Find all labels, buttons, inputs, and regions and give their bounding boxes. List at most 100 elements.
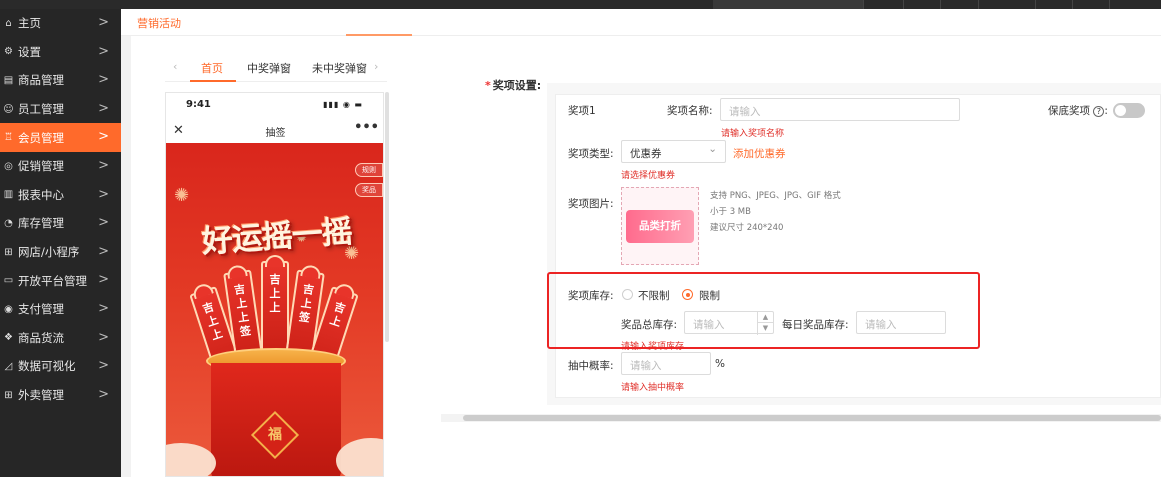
fu-character: 福 <box>268 427 282 443</box>
stick-character: 吉 <box>269 273 281 286</box>
chevron-right-icon: > <box>98 129 109 145</box>
sidebar-item[interactable]: ⊞ 网店/小程序 > <box>0 238 121 267</box>
chart-icon: ◿ <box>4 360 13 372</box>
prize-type-select[interactable]: 优惠券 ⌄ <box>621 140 726 163</box>
toolbar-divider <box>1109 0 1110 9</box>
home-icon: ⌂ <box>5 17 12 29</box>
cloud-decoration <box>336 438 383 476</box>
image-hints: 支持 PNG、JPEG、JPG、GIF 格式 小于 3 MB 建议尺寸 240*… <box>710 188 841 236</box>
chevron-right-icon: > <box>98 215 109 231</box>
prize-image-upload[interactable]: 品类打折 <box>621 187 699 265</box>
toolbar-divider <box>978 0 979 9</box>
chevron-right-icon: > <box>98 243 109 259</box>
chevron-right-icon: > <box>98 43 109 59</box>
sidebar-item[interactable]: ◉ 支付管理 > <box>0 295 121 324</box>
stick-character: 上 <box>300 296 313 311</box>
sidebar-item[interactable]: ⚙ 设置 > <box>0 38 121 67</box>
lottery-poster: 规则 奖品 ✺ ✺ ✹ 好运摇一摇 吉上上吉上上签吉上上吉上签吉上 福 <box>166 143 383 476</box>
prize-name-error: 请输入奖项名称 <box>721 129 785 139</box>
prize-name-input[interactable]: 请输入 <box>720 98 960 121</box>
chevron-right-icon: > <box>98 72 109 88</box>
tab-home[interactable]: 首页 <box>201 60 223 76</box>
product-icon: ▤ <box>3 74 14 86</box>
phone-preview: 9:41 ▮▮▮ ◉ ▬ ✕ 抽签 ••• 规则 奖品 ✺ ✺ ✹ 好运摇一摇 … <box>165 92 384 477</box>
sidebar-item-label: 开放平台管理 <box>18 273 87 288</box>
more-icon: ••• <box>354 120 379 135</box>
preview-scrollbar[interactable] <box>385 92 389 342</box>
sidebar-item-label: 商品货流 <box>18 330 64 345</box>
stick-character: 签 <box>298 310 311 325</box>
report-icon: ▥ <box>3 189 14 201</box>
sidebar-item-label: 会员管理 <box>18 130 64 145</box>
phone-status-bar: 9:41 ▮▮▮ ◉ ▬ <box>166 93 383 115</box>
add-coupon-link[interactable]: 添加优惠券 <box>733 146 786 161</box>
sidebar-item[interactable]: ◔ 库存管理 > <box>0 209 121 238</box>
phone-nav-bar: ✕ 抽签 ••• <box>166 120 383 142</box>
cloud-decoration <box>166 443 216 476</box>
sidebar-item[interactable]: ▤ 商品管理 > <box>0 66 121 95</box>
stick-cap <box>334 281 357 300</box>
sidebar-item[interactable]: ☺ 员工管理 > <box>0 95 121 124</box>
sidebar-item[interactable]: ⊞ 外卖管理 > <box>0 381 121 410</box>
toolbar-divider <box>903 0 904 9</box>
stick-cap <box>191 281 214 300</box>
insure-prize-text: 保底奖项 <box>1048 105 1090 117</box>
chevron-right-icon: > <box>98 15 109 30</box>
sidebar-item-label: 设置 <box>18 44 41 59</box>
sidebar-item[interactable]: ❖ 商品货流 > <box>0 324 121 353</box>
sidebar-item[interactable]: ▭ 开放平台管理 > <box>0 266 121 295</box>
sidebar-item[interactable]: ◿ 数据可视化 > <box>0 352 121 381</box>
sidebar-item-label: 外卖管理 <box>18 388 64 403</box>
tab-lose-popup[interactable]: 未中奖弹窗 <box>312 60 367 76</box>
rules-tag: 规则 <box>355 163 383 177</box>
highlight-box <box>547 272 980 349</box>
stick-character: 上 <box>269 287 281 300</box>
active-tab-indicator <box>190 80 236 82</box>
logistics-icon: ❖ <box>4 332 13 344</box>
stick-cap <box>226 264 248 279</box>
toggle-knob <box>1115 105 1126 116</box>
sidebar-item[interactable]: ⌂ 主页 > <box>0 9 121 38</box>
takeout-icon: ⊞ <box>4 389 13 401</box>
rate-label: 抽中概率: <box>568 360 614 372</box>
staff-icon: ☺ <box>3 103 14 115</box>
insure-prize-toggle[interactable] <box>1113 103 1145 118</box>
prize-type-value: 优惠券 <box>630 148 662 160</box>
firework-icon: ✺ <box>174 185 190 206</box>
rate-input[interactable]: 请输入 <box>621 352 711 375</box>
stick-cap <box>265 255 285 267</box>
window-tab[interactable] <box>713 0 863 9</box>
chevron-right-icon: > <box>98 358 109 374</box>
toolbar-divider <box>863 0 864 9</box>
stick-character: 吉 <box>302 282 315 298</box>
tabs-prev-icon[interactable]: ‹ <box>173 60 177 73</box>
scrollbar-thumb[interactable] <box>463 415 1161 421</box>
rate-unit: % <box>715 358 725 370</box>
payment-icon: ◉ <box>4 303 13 315</box>
stick-cap <box>300 264 322 279</box>
tab-win-popup[interactable]: 中奖弹窗 <box>247 60 291 76</box>
section-label-text: 奖项设置: <box>492 79 542 92</box>
toolbar-divider <box>940 0 941 9</box>
chevron-right-icon: > <box>98 157 109 173</box>
tabs-next-icon[interactable]: › <box>374 60 378 73</box>
sidebar-item-label: 促销管理 <box>18 159 64 174</box>
breadcrumb-current[interactable]: 营销活动 <box>137 15 181 31</box>
sidebar-item-label: 员工管理 <box>18 102 64 117</box>
sidebar-item[interactable]: ♖ 会员管理 > <box>0 123 121 152</box>
prize-index: 奖项1 <box>568 105 596 117</box>
insure-prize-label: 保底奖项 ?: <box>1048 103 1108 118</box>
prize-type-error: 请选择优惠券 <box>621 171 676 181</box>
prize-image-label: 奖项图片: <box>568 198 614 210</box>
chevron-right-icon: > <box>98 272 109 288</box>
horizontal-scrollbar[interactable] <box>441 414 1161 422</box>
chevron-down-icon: ⌄ <box>708 143 717 155</box>
stick-character: 上 <box>269 301 281 314</box>
sidebar-item-label: 主页 <box>18 16 41 31</box>
help-icon[interactable]: ? <box>1093 106 1105 117</box>
sidebar-item[interactable]: ◎ 促销管理 > <box>0 152 121 181</box>
sidebar-item[interactable]: ▥ 报表中心 > <box>0 181 121 210</box>
sidebar-item-label: 报表中心 <box>18 187 64 202</box>
sidebar: ⌂ 主页 > ⚙ 设置 > ▤ 商品管理 > ☺ 员工管理 > ♖ 会员管理 > ◎ 促销管理 > ▥ 报表中心 > ◔ 库… <box>0 9 121 477</box>
gear-icon: ⚙ <box>4 46 13 58</box>
